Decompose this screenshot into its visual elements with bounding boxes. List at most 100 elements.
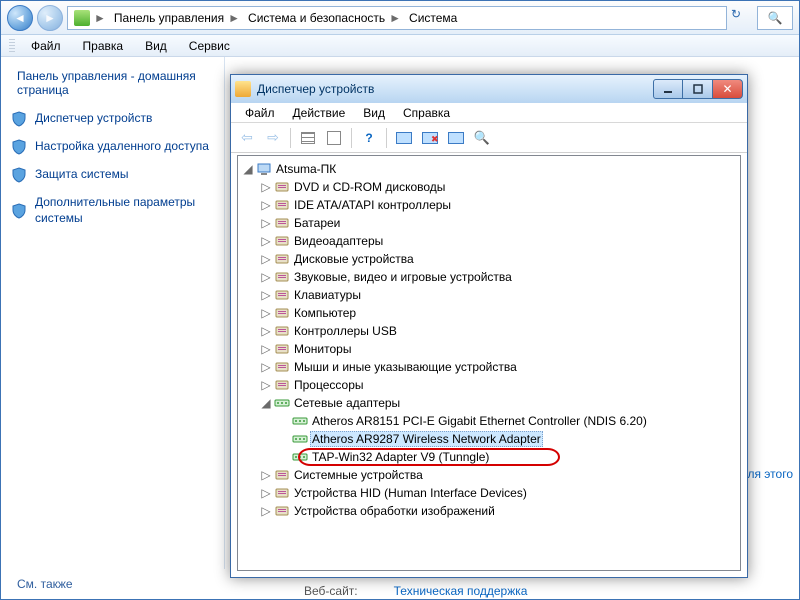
- tree-category-label: Процессоры: [292, 378, 366, 392]
- tree-category[interactable]: ▷Звуковые, видео и игровые устройства: [258, 268, 738, 286]
- expand-toggle[interactable]: ▷: [260, 360, 272, 374]
- grip-icon: [9, 39, 15, 53]
- tool-help-button[interactable]: ?: [357, 126, 381, 150]
- expand-toggle[interactable]: ◢: [242, 162, 254, 176]
- side-link-fragment[interactable]: для этого: [740, 467, 793, 481]
- expand-toggle[interactable]: ▷: [260, 306, 272, 320]
- network-adapter-icon: [292, 449, 308, 465]
- tree-category[interactable]: ▷Компьютер: [258, 304, 738, 322]
- expand-toggle[interactable]: ▷: [260, 270, 272, 284]
- sidebar-item-remote[interactable]: Настройка удаленного доступа: [11, 139, 214, 155]
- sidebar: Панель управления - домашняя страница Ди…: [1, 57, 225, 569]
- breadcrumb-bar[interactable]: ► Панель управления► Система и безопасно…: [67, 6, 727, 30]
- tree-category[interactable]: ▷IDE ATA/ATAPI контроллеры: [258, 196, 738, 214]
- shield-icon: [11, 139, 27, 155]
- refresh-button[interactable]: ↻: [731, 7, 753, 29]
- tool-scan-hardware-button[interactable]: 🔍: [470, 126, 494, 150]
- sidebar-see-also: См. также: [17, 577, 73, 591]
- expand-toggle[interactable]: ▷: [260, 342, 272, 356]
- website-label: Веб-сайт:: [304, 584, 358, 600]
- tree-device[interactable]: TAP-Win32 Adapter V9 (Tunngle): [276, 448, 738, 466]
- tool-disable-button[interactable]: [444, 126, 468, 150]
- tree-category-label: Мыши и иные указывающие устройства: [292, 360, 519, 374]
- device-tree[interactable]: ◢ Atsuma-ПК ▷ DVD и CD-ROM дисководы ▷IDE …: [237, 155, 741, 571]
- menu-edit[interactable]: Правка: [75, 37, 132, 55]
- menu-view[interactable]: Вид: [137, 37, 175, 55]
- maximize-button[interactable]: [683, 79, 713, 99]
- menu-file[interactable]: Файл: [23, 37, 69, 55]
- tree-category[interactable]: ▷Мониторы: [258, 340, 738, 358]
- tree-category-label: Системные устройства: [292, 468, 425, 482]
- tree-category[interactable]: ▷Дисковые устройства: [258, 250, 738, 268]
- scan-icon: 🔍: [474, 130, 490, 146]
- sidebar-title[interactable]: Панель управления - домашняя страница: [17, 69, 214, 97]
- tree-category-label: DVD и CD-ROM дисководы: [292, 180, 447, 194]
- expand-toggle[interactable]: ▷: [260, 378, 272, 392]
- collapse-toggle[interactable]: ◢: [260, 396, 272, 410]
- nav-back-button[interactable]: ◄: [7, 5, 33, 31]
- dm-menu-help[interactable]: Справка: [395, 104, 458, 122]
- network-adapter-icon: [292, 431, 308, 447]
- tool-show-hide-tree-button[interactable]: [296, 126, 320, 150]
- device-category-icon: [274, 341, 290, 357]
- expand-toggle[interactable]: ▷: [260, 234, 272, 248]
- device-category-icon: [274, 179, 290, 195]
- dm-menu-action[interactable]: Действие: [285, 104, 354, 122]
- expand-toggle[interactable]: ▷: [260, 504, 272, 518]
- tree-category-label: Клавиатуры: [292, 288, 363, 302]
- tree-category-label: Батареи: [292, 216, 342, 230]
- expand-toggle[interactable]: ▷: [260, 198, 272, 212]
- search-box[interactable]: 🔍: [757, 6, 793, 30]
- expand-toggle[interactable]: ▷: [260, 486, 272, 500]
- expand-toggle[interactable]: ▷: [260, 180, 272, 194]
- tree-category[interactable]: ▷ Процессоры: [258, 376, 738, 394]
- tree-category[interactable]: ▷ DVD и CD-ROM дисководы: [258, 178, 738, 196]
- tree-category[interactable]: ▷ Батареи: [258, 214, 738, 232]
- sidebar-item-protection[interactable]: Защита системы: [11, 167, 214, 183]
- breadcrumb[interactable]: Система и безопасность►: [246, 11, 403, 25]
- tool-properties-button[interactable]: [322, 126, 346, 150]
- tree-category[interactable]: ▷ Мыши и иные указывающие устройства: [258, 358, 738, 376]
- sidebar-item-device-manager[interactable]: Диспетчер устройств: [11, 111, 214, 127]
- tree-category-label: Устройства обработки изображений: [292, 504, 497, 518]
- tree-category[interactable]: ▷ Устройства обработки изображений: [258, 502, 738, 520]
- website-link[interactable]: Техническая поддержка: [394, 584, 528, 600]
- menu-tools[interactable]: Сервис: [181, 37, 238, 55]
- device-category-icon: [274, 359, 290, 375]
- expand-toggle[interactable]: ▷: [260, 288, 272, 302]
- breadcrumb[interactable]: Панель управления►: [112, 11, 242, 25]
- tree-category[interactable]: ▷Устройства HID (Human Interface Devices…: [258, 484, 738, 502]
- tool-update-driver-button[interactable]: [392, 126, 416, 150]
- tree-category-network[interactable]: ◢Сетевые адаптеры: [258, 394, 738, 412]
- expand-toggle[interactable]: ▷: [260, 324, 272, 338]
- dm-menu-view[interactable]: Вид: [355, 104, 393, 122]
- dm-title-text: Диспетчер устройств: [257, 82, 374, 96]
- nav-forward-button[interactable]: ►: [37, 5, 63, 31]
- tree-category[interactable]: ▷Видеоадаптеры: [258, 232, 738, 250]
- breadcrumb[interactable]: Система: [407, 11, 459, 25]
- expand-toggle[interactable]: ▷: [260, 252, 272, 266]
- dm-menu-bar: Файл Действие Вид Справка: [231, 103, 747, 123]
- tool-uninstall-button[interactable]: [418, 126, 442, 150]
- tree-category[interactable]: ▷ Клавиатуры: [258, 286, 738, 304]
- tool-back-button: ⇦: [235, 126, 259, 150]
- dm-title-bar[interactable]: Диспетчер устройств ✕: [231, 75, 747, 103]
- tree-device[interactable]: Atheros AR9287 Wireless Network Adapter: [276, 430, 738, 448]
- minimize-button[interactable]: [653, 79, 683, 99]
- monitor-disable-icon: [448, 132, 464, 144]
- expand-toggle[interactable]: ▷: [260, 468, 272, 482]
- expand-toggle[interactable]: ▷: [260, 216, 272, 230]
- dm-menu-file[interactable]: Файл: [237, 104, 283, 122]
- close-button[interactable]: ✕: [713, 79, 743, 99]
- tree-category[interactable]: ▷Контроллеры USB: [258, 322, 738, 340]
- sidebar-item-advanced[interactable]: Дополнительные параметры системы: [11, 195, 214, 226]
- shield-icon: [11, 203, 27, 219]
- status-row: Веб-сайт: Техническая поддержка: [304, 584, 527, 600]
- tree-device-label: TAP-Win32 Adapter V9 (Tunngle): [310, 450, 491, 464]
- shield-icon: [11, 111, 27, 127]
- tree-device-label: Atheros AR8151 PCI-E Gigabit Ethernet Co…: [310, 414, 649, 428]
- tree-root[interactable]: ◢ Atsuma-ПК: [240, 160, 738, 178]
- tree-category[interactable]: ▷ Системные устройства: [258, 466, 738, 484]
- device-category-icon: [274, 215, 290, 231]
- tree-device[interactable]: Atheros AR8151 PCI-E Gigabit Ethernet Co…: [276, 412, 738, 430]
